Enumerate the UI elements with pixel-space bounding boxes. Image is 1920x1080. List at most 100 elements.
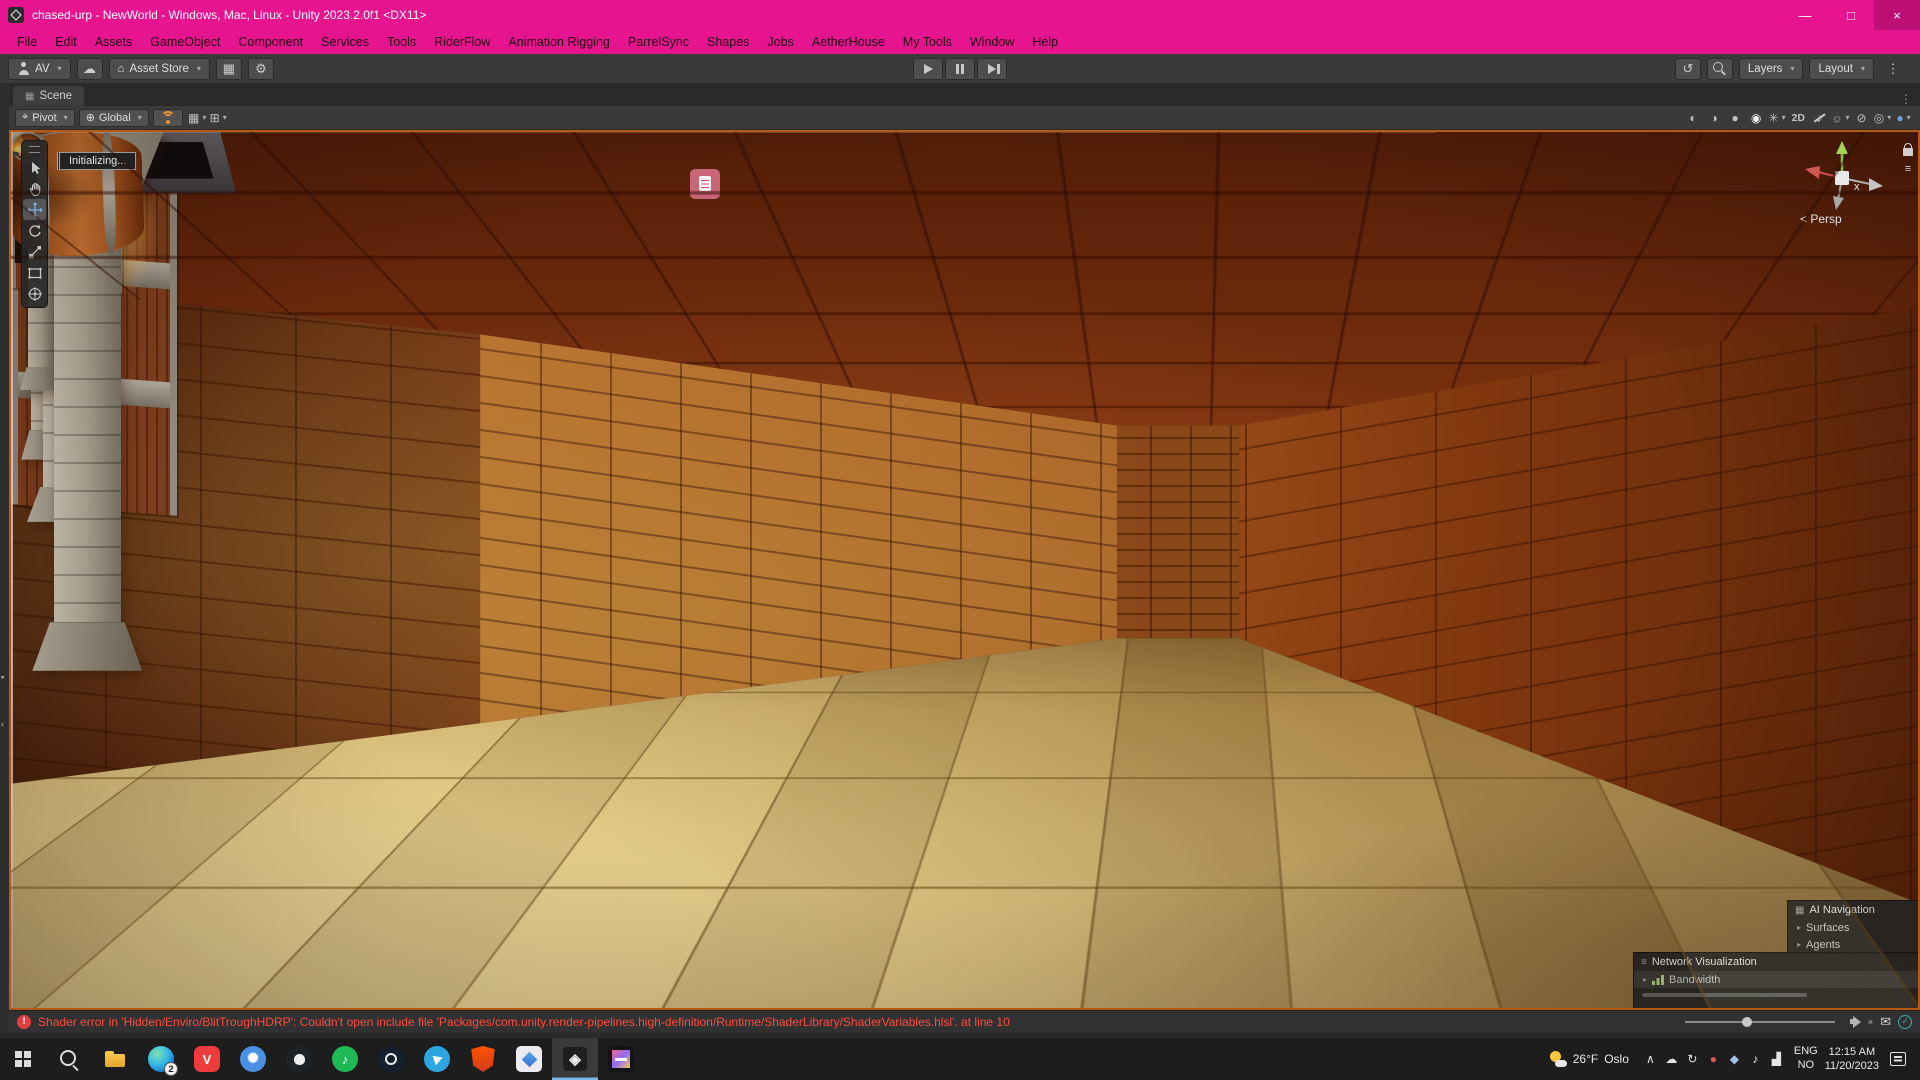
- tab-scene[interactable]: ▦ Scene: [13, 86, 84, 106]
- menu-item[interactable]: AetherHouse: [803, 32, 894, 52]
- close-button[interactable]: ×: [1874, 0, 1920, 30]
- tray-volume-icon[interactable]: ♪: [1745, 1044, 1766, 1074]
- services-grid-icon[interactable]: ▦: [216, 58, 242, 80]
- scene-tool-audio-muted-icon[interactable]: ♪: [1809, 109, 1830, 127]
- orientation-gizmo[interactable]: x < Persp: [1790, 136, 1894, 226]
- transform-tool[interactable]: [23, 283, 46, 304]
- taskbar-app-search[interactable]: [46, 1038, 92, 1080]
- tray-shield-icon[interactable]: ◆: [1724, 1044, 1745, 1074]
- error-message[interactable]: Shader error in 'Hidden/Enviro/BlitTroug…: [38, 1015, 1010, 1029]
- tray-status-dot-icon[interactable]: ●: [1703, 1044, 1724, 1074]
- tray-update-icon[interactable]: ↻: [1682, 1044, 1703, 1074]
- move-tool[interactable]: [23, 199, 46, 220]
- undo-history-icon[interactable]: ↺: [1675, 58, 1701, 80]
- menu-item[interactable]: Help: [1023, 32, 1067, 52]
- status-slider[interactable]: [1685, 1021, 1835, 1023]
- menu-item[interactable]: Assets: [86, 32, 142, 52]
- menu-item[interactable]: File: [8, 32, 46, 52]
- scene-3d-canvas[interactable]: [11, 132, 1918, 1008]
- scene-tool-hidden-objects-icon[interactable]: ⊘: [1851, 109, 1872, 127]
- language-indicator[interactable]: ENG NO: [1794, 1045, 1818, 1073]
- taskbar-app-spotify[interactable]: [322, 1038, 368, 1080]
- menu-item[interactable]: RiderFlow: [425, 32, 499, 52]
- minimize-button[interactable]: —: [1782, 0, 1828, 30]
- taskbar-app-file-explorer[interactable]: [92, 1038, 138, 1080]
- panel-scrollbar[interactable]: [1642, 993, 1807, 997]
- tray-network-icon[interactable]: ▟: [1766, 1044, 1787, 1074]
- menu-item[interactable]: ParrelSync: [619, 32, 698, 52]
- pan-tool[interactable]: [23, 178, 46, 199]
- taskbar-app-photos[interactable]: [506, 1038, 552, 1080]
- menu-item[interactable]: Services: [312, 32, 378, 52]
- tray-cloud-sync-icon[interactable]: ☁: [1661, 1044, 1682, 1074]
- taskbar-app-chrome[interactable]: [230, 1038, 276, 1080]
- scene-tool-world-icon[interactable]: ●: [1893, 109, 1914, 127]
- taskbar-app-start[interactable]: [0, 1038, 46, 1080]
- cloud-icon[interactable]: ☁: [77, 58, 103, 80]
- taskbar-weather[interactable]: 26°F Oslo: [1546, 1051, 1633, 1068]
- menu-item[interactable]: GameObject: [141, 32, 229, 52]
- overlay-grip-icon[interactable]: [29, 146, 40, 153]
- taskbar-app-edge[interactable]: 2: [138, 1038, 184, 1080]
- menu-item[interactable]: Window: [961, 32, 1023, 52]
- scene-tool-grid-snap-icon[interactable]: ⊞: [208, 109, 229, 127]
- layers-dropdown[interactable]: Layers: [1739, 58, 1804, 80]
- scene-viewport[interactable]: Initializing... x: [9, 130, 1920, 1010]
- console-message-icon[interactable]: ✉: [1880, 1014, 1891, 1030]
- scene-notification-icon[interactable]: [690, 169, 720, 199]
- ai-navigation-item[interactable]: Surfaces: [1788, 919, 1918, 936]
- taskbar-app-rider[interactable]: [598, 1038, 644, 1080]
- maximize-button[interactable]: □: [1828, 0, 1874, 30]
- view-tool[interactable]: [23, 157, 46, 178]
- scene-tool-light-settings-icon[interactable]: ✳: [1767, 109, 1788, 127]
- layout-dropdown[interactable]: Layout: [1809, 58, 1874, 80]
- menu-item[interactable]: Edit: [46, 32, 86, 52]
- taskbar-app-brave[interactable]: [460, 1038, 506, 1080]
- mute-icon[interactable]: [1850, 1016, 1865, 1028]
- scene-tool-shaded-mode-icon[interactable]: ◐: [1683, 109, 1704, 127]
- scene-tool-2d-toggle[interactable]: 2D: [1788, 109, 1809, 127]
- pause-button[interactable]: [945, 58, 975, 80]
- account-button[interactable]: AV: [8, 58, 71, 80]
- taskbar-app-unity[interactable]: [552, 1038, 598, 1080]
- taskbar-app-telegram[interactable]: [414, 1038, 460, 1080]
- taskbar-clock[interactable]: 12:15 AM 11/20/2023: [1825, 1045, 1879, 1074]
- lock-icon[interactable]: [1903, 148, 1913, 156]
- status-bar[interactable]: Shader error in 'Hidden/Enviro/BlitTroug…: [9, 1010, 1920, 1032]
- scene-tool-lighting-icon[interactable]: ◑: [1704, 109, 1725, 127]
- menu-item[interactable]: Shapes: [698, 32, 758, 52]
- projection-toggle[interactable]: < Persp: [1790, 212, 1894, 226]
- status-check-icon[interactable]: ✓: [1898, 1015, 1912, 1029]
- menu-item[interactable]: Jobs: [758, 32, 802, 52]
- expand-panel-chevron-icon[interactable]: ‹: [1, 719, 4, 729]
- scene-tool-grid-visual-icon[interactable]: ▦: [187, 109, 208, 127]
- scene-tool-postfx-icon[interactable]: ◉: [1746, 109, 1767, 127]
- ai-navigation-item[interactable]: Agents: [1788, 936, 1918, 953]
- tray-hidden-icons-chevron[interactable]: ∧: [1640, 1044, 1661, 1074]
- pivot-dropdown[interactable]: ⌖ Pivot: [15, 109, 75, 127]
- collapsed-panel-strip[interactable]: ▪ ‹: [0, 84, 9, 1032]
- panel-grip-icon[interactable]: ≡: [1641, 957, 1647, 968]
- asset-store-button[interactable]: ⌂ Asset Store: [109, 58, 210, 80]
- rect-tool[interactable]: [23, 262, 46, 283]
- taskbar-app-github[interactable]: [276, 1038, 322, 1080]
- network-status-button[interactable]: [153, 109, 183, 127]
- search-icon[interactable]: [1707, 58, 1733, 80]
- scale-tool[interactable]: [23, 241, 46, 262]
- toolbar-overflow-icon[interactable]: ⋮: [1880, 58, 1906, 80]
- global-dropdown[interactable]: ⊕ Global: [79, 109, 149, 127]
- scene-tool-ambient-icon[interactable]: ●: [1725, 109, 1746, 127]
- menu-item[interactable]: Animation Rigging: [499, 32, 618, 52]
- notification-center-button[interactable]: [1886, 1052, 1910, 1066]
- menu-item[interactable]: My Tools: [894, 32, 961, 52]
- gizmo-menu-icon[interactable]: ≡: [1905, 163, 1911, 175]
- taskbar-app-vivaldi[interactable]: [184, 1038, 230, 1080]
- play-button[interactable]: [913, 58, 943, 80]
- menu-item[interactable]: Tools: [378, 32, 425, 52]
- step-button[interactable]: [977, 58, 1007, 80]
- taskbar-app-steam[interactable]: [368, 1038, 414, 1080]
- settings-gear-icon[interactable]: ⚙: [248, 58, 274, 80]
- collapsed-tab-icon[interactable]: ▪: [1, 672, 4, 682]
- menu-item[interactable]: Component: [229, 32, 312, 52]
- rotate-tool[interactable]: [23, 220, 46, 241]
